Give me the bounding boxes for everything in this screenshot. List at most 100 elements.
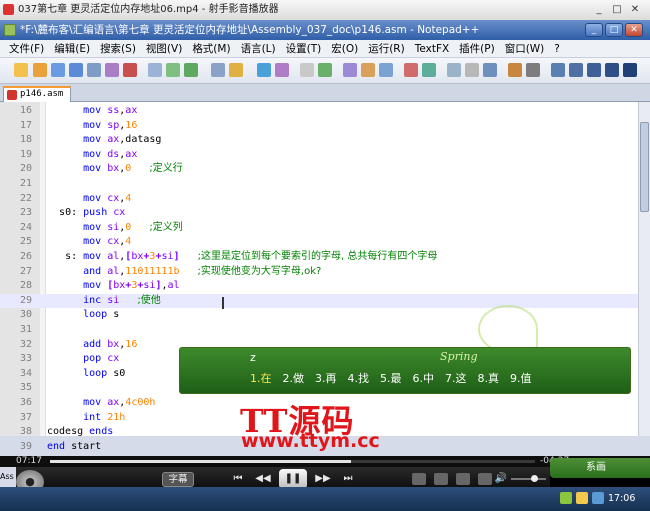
ime-candidate[interactable]: 5.最 [380,370,402,386]
player-maximize-button[interactable]: □ [610,3,624,16]
toolbar-button-icon-9[interactable] [184,63,198,77]
npp-maximize-button[interactable]: □ [605,23,623,37]
toolbar-button-icon-22[interactable] [465,63,479,77]
toolbar-button-icon-28[interactable] [587,63,601,77]
menu-item-10[interactable]: 插件(P) [454,41,500,56]
toolbar-button-icon-5[interactable] [105,63,119,77]
tab-p146-asm[interactable]: p146.asm [3,86,71,103]
text-cursor-icon [222,297,230,309]
toolbar-button-icon-14[interactable] [300,63,314,77]
toolbar-button-icon-15[interactable] [318,63,332,77]
volume-knob[interactable] [530,475,538,482]
code-text: s0: push cx [47,206,125,221]
fullscreen-icon[interactable] [478,473,492,485]
code-instruction: codesg ends [47,426,114,438]
ime-candidate[interactable]: 1.在 [250,370,272,386]
tray-network-icon[interactable] [560,492,572,504]
code-text: codesg ends [47,425,113,440]
toolbar-button-icon-8[interactable] [166,63,180,77]
menu-item-9[interactable]: TextFX [410,43,454,55]
code-line: 24 mov si,0 ;定义列 [0,221,638,236]
toolbar-button-icon-19[interactable] [404,63,418,77]
player-close-button[interactable]: ✕ [628,3,642,16]
toolbar-button-icon-29[interactable] [605,63,619,77]
toolbar-button-icon-0[interactable] [14,63,28,77]
playlist-icon[interactable] [412,473,426,485]
code-text: loop s [47,308,119,323]
ime-candidate[interactable]: 6.中 [413,370,435,386]
toolbar-button-icon-18[interactable] [379,63,393,77]
player-minimize-button[interactable]: _ [592,3,606,16]
code-operand: bx [107,163,120,175]
toolbar-button-icon-11[interactable] [229,63,243,77]
ime-composition-text: z [250,351,256,364]
toolbar-button-icon-30[interactable] [623,63,637,77]
code-instruction: and [83,265,108,277]
menu-item-2[interactable]: 搜索(S) [95,41,141,56]
volume-icon[interactable]: 🔊 [494,471,508,487]
screenshot-icon[interactable] [456,473,470,485]
ime-candidate[interactable]: 7.这 [445,370,467,386]
toolbar-button-icon-20[interactable] [422,63,436,77]
toolbar-button-icon-17[interactable] [361,63,375,77]
tray-volume-icon[interactable] [592,492,604,504]
code-instruction: pop [83,353,108,365]
toolbar-button-icon-16[interactable] [343,63,357,77]
toolbar-button-icon-27[interactable] [569,63,583,77]
vertical-scrollbar[interactable] [638,102,650,436]
npp-app-icon [4,24,16,36]
next-icon[interactable]: ⏭ [338,471,358,487]
menu-item-5[interactable]: 语言(L) [236,41,281,56]
toolbar-button-icon-4[interactable] [87,63,101,77]
menu-item-12[interactable]: ? [549,43,565,55]
toolbar-button-icon-13[interactable] [275,63,289,77]
volume-slider[interactable] [511,475,546,482]
code-instruction: push [83,207,114,219]
menu-item-7[interactable]: 宏(O) [326,41,363,56]
ime-candidate[interactable]: 2.做 [283,370,305,386]
menu-item-0[interactable]: 文件(F) [4,41,49,56]
code-text: and al,11011111b ;实现使他变为大写字母,ok? [47,265,321,280]
menu-item-1[interactable]: 编辑(E) [49,41,95,56]
line-number: 21 [19,178,32,189]
menu-item-6[interactable]: 设置(T) [281,41,327,56]
menu-item-4[interactable]: 格式(M) [187,41,235,56]
previous-icon[interactable]: ⏮ [228,471,248,487]
subtitle-button[interactable]: 字幕 [162,472,194,487]
toolbar-button-icon-21[interactable] [447,63,461,77]
taskbar-clock: 17:06 [608,493,636,504]
menu-item-3[interactable]: 视图(V) [141,41,187,56]
seek-bar[interactable] [50,460,535,463]
toolbar-button-icon-23[interactable] [483,63,497,77]
toolbar-button-icon-25[interactable] [526,63,540,77]
ime-candidate[interactable]: 8.真 [478,370,500,386]
code-operand: si [107,221,120,233]
toolbar-button-icon-6[interactable] [123,63,137,77]
pause-button[interactable]: ❚❚ [279,469,307,489]
toolbar-button-icon-2[interactable] [51,63,65,77]
npp-close-button[interactable]: ✕ [625,23,643,37]
code-operand: ss [107,105,120,116]
ime-candidate[interactable]: 9.值 [510,370,532,386]
toolbar-button-icon-12[interactable] [257,63,271,77]
toolbar-button-icon-3[interactable] [69,63,83,77]
toolbar-button-icon-1[interactable] [33,63,47,77]
ime-candidate[interactable]: 4.找 [348,370,370,386]
ime-candidate[interactable]: 3.再 [315,370,337,386]
rewind-icon[interactable]: ◀◀ [252,471,274,487]
line-number: 32 [19,338,32,350]
tab-strip: p146.asm [0,84,650,103]
toolbar-button-icon-24[interactable] [508,63,522,77]
tray-ime-icon[interactable] [576,492,588,504]
menu-item-11[interactable]: 窗口(W) [500,41,550,56]
npp-minimize-button[interactable]: _ [585,23,603,37]
toolbar-button-icon-26[interactable] [551,63,565,77]
toolbar-button-icon-10[interactable] [211,63,225,77]
toolbar-button-icon-7[interactable] [148,63,162,77]
scroll-thumb[interactable] [640,122,649,212]
settings-icon[interactable] [434,473,448,485]
code-instruction: mov [83,192,108,204]
ime-status-bar[interactable]: 系画 [550,458,650,478]
menu-item-8[interactable]: 运行(R) [363,41,410,56]
fast-forward-icon[interactable]: ▶▶ [312,471,334,487]
